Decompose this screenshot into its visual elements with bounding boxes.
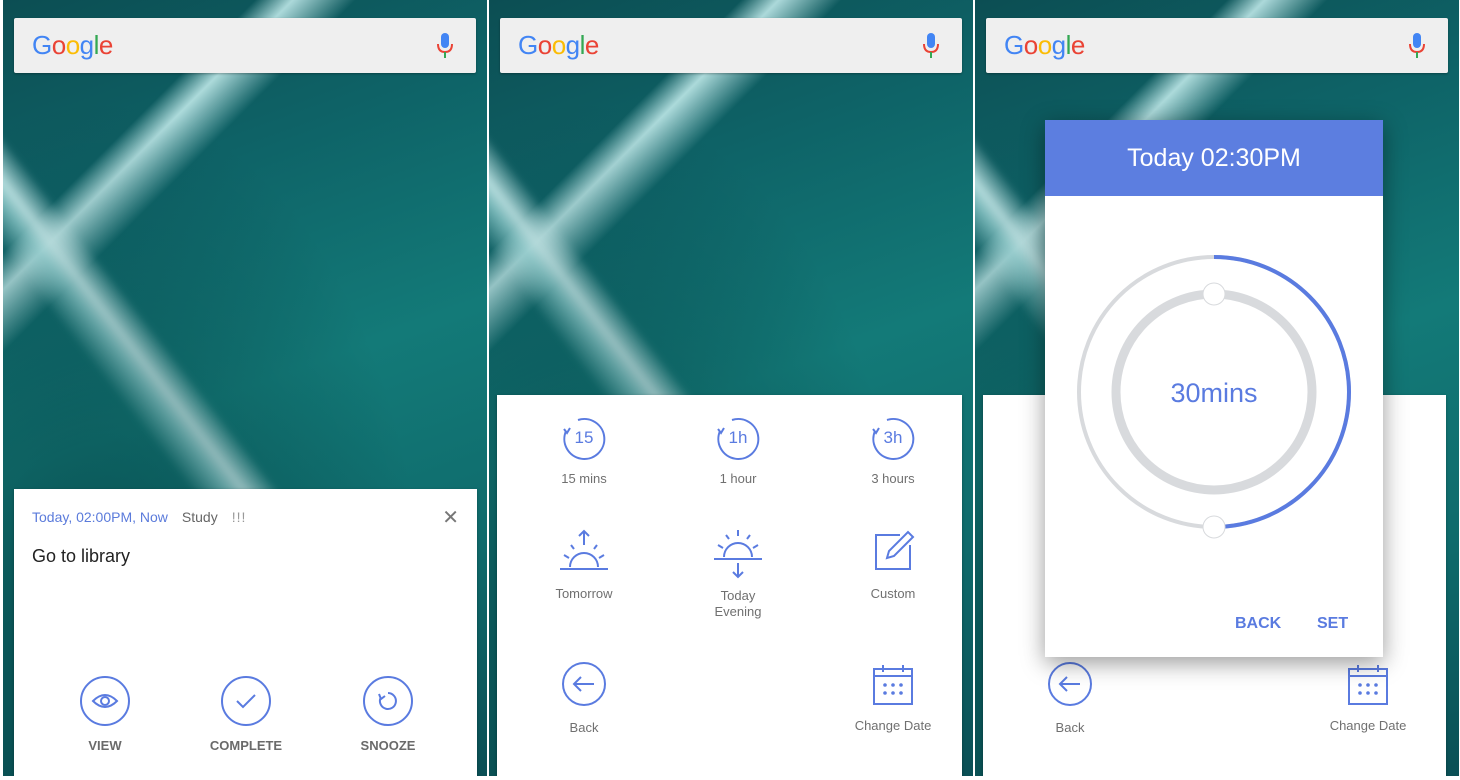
clock-rewind-icon: 15 <box>562 417 606 461</box>
close-icon[interactable]: ✕ <box>442 505 459 530</box>
option-label: Back <box>569 720 599 735</box>
google-search-bar[interactable]: Google <box>14 18 476 73</box>
logo-letter: g <box>565 30 580 60</box>
clock-rewind-icon: 3h <box>871 417 915 461</box>
logo-letter: o <box>537 30 552 60</box>
change-date-option[interactable]: Change Date <box>828 663 958 734</box>
eye-icon <box>80 676 130 726</box>
custom-option[interactable]: Custom <box>828 529 958 602</box>
option-label: 1 hour <box>719 471 757 486</box>
dialog-title: Today 02:30PM <box>1045 120 1383 196</box>
option-label: 3 hours <box>871 471 915 486</box>
back-arrow-icon <box>562 662 606 706</box>
logo-letter: o <box>51 30 66 60</box>
back-option[interactable]: Back <box>519 661 649 736</box>
logo-letter: g <box>79 30 94 60</box>
phone-screen-duration-picker: Google Back Change Date Today 02:30PM 30… <box>975 0 1459 776</box>
ring-text: 1h <box>728 428 748 447</box>
option-label-line: Today <box>720 588 756 603</box>
microphone-icon[interactable] <box>1408 33 1426 59</box>
google-search-bar[interactable]: Google <box>986 18 1448 73</box>
logo-letter: e <box>1070 30 1085 60</box>
logo-letter: G <box>1004 30 1024 60</box>
priority-indicator: !!! <box>231 509 247 525</box>
change-date-option[interactable]: Change Date <box>1303 663 1433 734</box>
today-evening-option[interactable]: Today Evening <box>673 529 803 620</box>
google-logo: Google <box>518 30 599 61</box>
duration-picker-dialog: Today 02:30PM 30mins BACK SET <box>1045 120 1383 657</box>
complete-button[interactable]: COMPLETE <box>191 676 301 753</box>
logo-letter: G <box>518 30 538 60</box>
snooze-button[interactable]: SNOOZE <box>333 676 443 753</box>
notification-category: Study <box>181 509 218 525</box>
logo-letter: o <box>1023 30 1038 60</box>
option-label-line: Evening <box>714 604 762 619</box>
google-logo: Google <box>32 30 113 61</box>
option-label: Change Date <box>1329 718 1407 733</box>
snooze-3-hours-option[interactable]: 3h 3 hours <box>828 417 958 487</box>
microphone-icon[interactable] <box>436 33 454 59</box>
phone-screen-notification: Google Today, 02:00PM, Now Study!!! ✕ Go … <box>3 0 487 776</box>
notification-time: Today, 02:00PM, Now <box>32 509 168 525</box>
sunrise-icon <box>560 529 608 570</box>
checkmark-icon <box>221 676 271 726</box>
snooze-1-hour-option[interactable]: 1h 1 hour <box>673 417 803 487</box>
logo-letter: o <box>1037 30 1052 60</box>
ring-text: 15 <box>574 428 594 447</box>
ring-text: 3h <box>883 428 903 447</box>
back-arrow-icon <box>1048 662 1092 706</box>
option-label: Change Date <box>854 718 932 733</box>
logo-letter: e <box>584 30 599 60</box>
back-option[interactable]: Back <box>1005 661 1135 736</box>
logo-letter: o <box>65 30 80 60</box>
calendar-icon <box>1348 665 1388 705</box>
clock-rewind-icon: 1h <box>716 417 760 461</box>
view-button[interactable]: VIEW <box>50 676 160 753</box>
option-label: Custom <box>870 586 916 601</box>
option-label: 15 mins <box>561 471 607 486</box>
option-label: Tomorrow <box>555 586 613 601</box>
back-button[interactable]: BACK <box>1235 615 1281 633</box>
option-label: Back <box>1055 720 1085 735</box>
option-label: Today Evening <box>673 588 803 620</box>
duration-value: 30mins <box>1170 378 1257 408</box>
edit-icon <box>875 530 915 570</box>
logo-letter: g <box>1051 30 1066 60</box>
complete-label: COMPLETE <box>209 738 283 753</box>
tomorrow-option[interactable]: Tomorrow <box>519 529 649 602</box>
phone-screen-snooze-options: Google 15 15 mins 1h 1 hour 3h 3 hours T… <box>489 0 973 776</box>
snooze-15-mins-option[interactable]: 15 15 mins <box>519 417 649 487</box>
notification-meta: Today, 02:00PM, Now Study!!! <box>32 509 246 525</box>
logo-letter: G <box>32 30 52 60</box>
duration-dial[interactable]: 30mins <box>1045 196 1383 576</box>
logo-letter: o <box>551 30 566 60</box>
reminder-notification-card: Today, 02:00PM, Now Study!!! ✕ Go to libr… <box>14 489 477 776</box>
end-handle[interactable] <box>1202 515 1226 539</box>
view-label: VIEW <box>88 738 122 753</box>
snooze-icon <box>363 676 413 726</box>
reminder-title: Go to library <box>32 546 131 566</box>
google-search-bar[interactable]: Google <box>500 18 962 73</box>
snooze-options-sheet: 15 15 mins 1h 1 hour 3h 3 hours Tomorrow… <box>497 395 962 776</box>
snooze-label: SNOOZE <box>360 738 416 753</box>
sunset-icon <box>714 530 762 579</box>
microphone-icon[interactable] <box>922 33 940 59</box>
google-logo: Google <box>1004 30 1085 61</box>
start-handle[interactable] <box>1202 282 1226 306</box>
calendar-icon <box>873 665 913 705</box>
set-button[interactable]: SET <box>1317 615 1348 633</box>
logo-letter: e <box>98 30 113 60</box>
